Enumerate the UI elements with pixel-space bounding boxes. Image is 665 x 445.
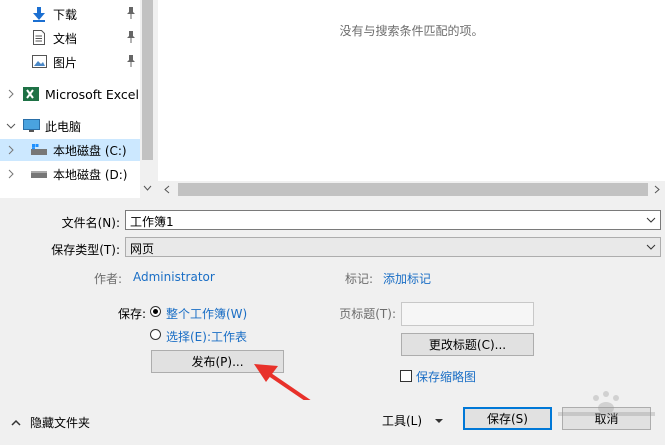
scroll-right-arrow-icon[interactable]	[652, 184, 662, 195]
excel-icon	[23, 87, 39, 101]
chevron-down-icon[interactable]	[646, 216, 656, 224]
dropdown-triangle-icon	[435, 418, 444, 423]
nav-label-this-pc: 此电脑	[45, 119, 82, 134]
radio-entire-workbook[interactable]	[150, 306, 161, 317]
nav-label-excel: Microsoft Excel	[45, 86, 139, 102]
scroll-down-arrow-icon[interactable]	[142, 182, 153, 194]
save-thumbnail-checkbox[interactable]	[400, 370, 412, 382]
author-label: 作者:	[93, 272, 122, 286]
drive-c-icon	[31, 144, 47, 155]
entire-workbook-label[interactable]: 整个工作簿(W)	[166, 305, 247, 322]
file-list[interactable]: 没有与搜索条件匹配的项。	[158, 0, 665, 198]
watermark-logo-icon	[558, 391, 655, 416]
nav-label-drive-d: 本地磁盘 (D:)	[53, 167, 128, 182]
pictures-icon	[32, 55, 47, 68]
hide-folders-toggle[interactable]: 隐藏文件夹	[10, 414, 90, 431]
add-tags-link[interactable]: 添加标记	[383, 270, 431, 287]
nav-item-this-pc[interactable]: 此电脑	[0, 115, 140, 137]
nav-item-excel[interactable]: Microsoft Excel	[0, 83, 140, 105]
pin-icon[interactable]	[126, 7, 136, 19]
pin-icon[interactable]	[126, 31, 136, 43]
chevron-right-icon[interactable]	[6, 169, 16, 179]
save-scope-label: 保存:	[117, 307, 146, 321]
hide-folders-label: 隐藏文件夹	[30, 416, 91, 430]
filename-input[interactable]: 工作簿1	[125, 210, 661, 230]
tools-menu-button[interactable]: 工具(L)	[382, 412, 444, 429]
chevron-right-icon[interactable]	[6, 145, 16, 155]
author-value[interactable]: Administrator	[133, 270, 215, 284]
drive-d-icon	[31, 171, 47, 178]
selection-label[interactable]: 选择(E):工作表	[166, 328, 247, 345]
change-title-button[interactable]: 更改标题(C)...	[401, 333, 534, 356]
scroll-left-arrow-icon[interactable]	[162, 184, 172, 195]
nav-item-downloads[interactable]: 下载	[0, 3, 140, 25]
computer-icon	[23, 119, 40, 132]
nav-item-documents[interactable]: 文档	[0, 27, 140, 49]
filename-label: 文件名(N):	[61, 216, 120, 230]
tags-label: 标记:	[344, 272, 373, 286]
nav-item-drive-c[interactable]: 本地磁盘 (C:)	[0, 139, 140, 161]
nav-label-downloads: 下载	[53, 7, 78, 22]
nav-scrollbar-thumb[interactable]	[142, 0, 153, 160]
download-arrow-icon	[33, 7, 45, 22]
nav-item-drive-d[interactable]: 本地磁盘 (D:)	[0, 163, 140, 185]
chevron-up-icon	[11, 419, 21, 426]
chevron-right-icon[interactable]	[6, 89, 16, 99]
pin-icon[interactable]	[126, 55, 136, 67]
chevron-down-icon[interactable]	[6, 121, 16, 131]
tools-label: 工具(L)	[382, 414, 423, 428]
empty-results-message: 没有与搜索条件匹配的项。	[339, 24, 484, 38]
page-title-field[interactable]	[401, 302, 534, 326]
nav-label-documents: 文档	[53, 31, 78, 46]
nav-label-drive-c: 本地磁盘 (C:)	[53, 143, 127, 158]
navigation-pane: 下载 文档 图片 Microsoft Excel 此电脑 本地磁盘 (C:) 本…	[0, 0, 155, 198]
page-title-label: 页标题(T):	[339, 307, 396, 321]
radio-selection[interactable]	[150, 329, 161, 340]
nav-label-pictures: 图片	[53, 55, 78, 70]
chevron-down-icon[interactable]	[646, 243, 656, 251]
horizontal-scrollbar-thumb[interactable]	[178, 183, 648, 196]
filetype-select[interactable]: 网页	[125, 237, 661, 257]
filename-value: 工作簿1	[130, 215, 174, 229]
save-button[interactable]: 保存(S)	[463, 407, 552, 430]
nav-item-pictures[interactable]: 图片	[0, 51, 140, 73]
document-icon	[33, 30, 45, 45]
save-thumbnail-label[interactable]: 保存缩略图	[416, 368, 476, 385]
filetype-label: 保存类型(T):	[51, 243, 120, 257]
filetype-value: 网页	[130, 242, 155, 256]
